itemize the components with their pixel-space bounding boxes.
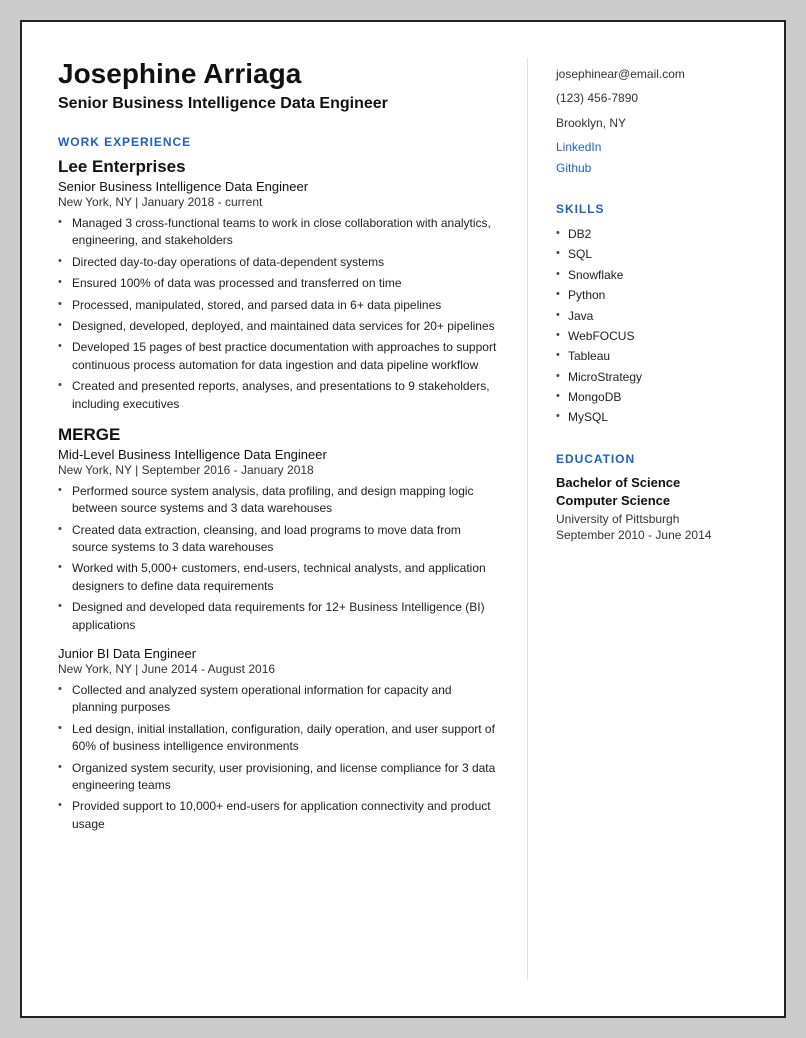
candidate-name: Josephine Arriaga xyxy=(58,58,499,90)
job-title-lee: Senior Business Intelligence Data Engine… xyxy=(58,179,499,194)
contact-email: josephinear@email.com xyxy=(556,64,748,84)
skill-item: WebFOCUS xyxy=(556,326,748,346)
bullet-item: Designed, developed, deployed, and maint… xyxy=(58,318,499,335)
company-name-merge: MERGE xyxy=(58,425,499,445)
job-location-date-lee: New York, NY | January 2018 - current xyxy=(58,195,499,209)
education-section: Bachelor of Science Computer Science Uni… xyxy=(556,474,748,542)
bullet-item: Created and presented reports, analyses,… xyxy=(58,378,499,413)
company-name-lee: Lee Enterprises xyxy=(58,157,499,177)
bullet-item: Provided support to 10,000+ end-users fo… xyxy=(58,798,499,833)
linkedin-link[interactable]: LinkedIn xyxy=(556,137,748,157)
job-junior-bi: Junior BI Data Engineer New York, NY | J… xyxy=(58,646,499,833)
job-location-date-junior: New York, NY | June 2014 - August 2016 xyxy=(58,662,499,676)
skills-label: SKILLS xyxy=(556,202,748,216)
bullet-item: Ensured 100% of data was processed and t… xyxy=(58,275,499,292)
bullet-item: Directed day-to-day operations of data-d… xyxy=(58,254,499,271)
skill-item: MySQL xyxy=(556,407,748,427)
bullet-item: Worked with 5,000+ customers, end-users,… xyxy=(58,560,499,595)
work-experience-label: WORK EXPERIENCE xyxy=(58,135,499,149)
bullet-item: Developed 15 pages of best practice docu… xyxy=(58,339,499,374)
job-location-date-merge: New York, NY | September 2016 - January … xyxy=(58,463,499,477)
edu-school: University of Pittsburgh xyxy=(556,510,748,528)
contact-phone: (123) 456-7890 xyxy=(556,88,748,108)
skill-item: MicroStrategy xyxy=(556,367,748,387)
left-column: Josephine Arriaga Senior Business Intell… xyxy=(58,58,528,980)
bullet-item: Collected and analyzed system operationa… xyxy=(58,682,499,717)
job-bullets-junior: Collected and analyzed system operationa… xyxy=(58,682,499,833)
skill-item: Python xyxy=(556,285,748,305)
skill-item: DB2 xyxy=(556,224,748,244)
contact-section: josephinear@email.com (123) 456-7890 Bro… xyxy=(556,64,748,178)
skill-item: Snowflake xyxy=(556,265,748,285)
header-section: Josephine Arriaga Senior Business Intell… xyxy=(58,58,499,115)
job-merge: MERGE Mid-Level Business Intelligence Da… xyxy=(58,425,499,634)
bullet-item: Created data extraction, cleansing, and … xyxy=(58,522,499,557)
job-title-merge: Mid-Level Business Intelligence Data Eng… xyxy=(58,447,499,462)
job-lee-enterprises: Lee Enterprises Senior Business Intellig… xyxy=(58,157,499,413)
skills-list: DB2 SQL Snowflake Python Java WebFOCUS T… xyxy=(556,224,748,428)
job-bullets-lee: Managed 3 cross-functional teams to work… xyxy=(58,215,499,413)
github-link[interactable]: Github xyxy=(556,158,748,178)
bullet-item: Performed source system analysis, data p… xyxy=(58,483,499,518)
right-column: josephinear@email.com (123) 456-7890 Bro… xyxy=(528,58,748,980)
resume-document: Josephine Arriaga Senior Business Intell… xyxy=(20,20,786,1018)
bullet-item: Organized system security, user provisio… xyxy=(58,760,499,795)
bullet-item: Led design, initial installation, config… xyxy=(58,721,499,756)
candidate-title: Senior Business Intelligence Data Engine… xyxy=(58,94,499,115)
bullet-item: Designed and developed data requirements… xyxy=(58,599,499,634)
edu-field: Computer Science xyxy=(556,492,748,510)
education-label: EDUCATION xyxy=(556,452,748,466)
edu-dates: September 2010 - June 2014 xyxy=(556,528,748,542)
skill-item: Tableau xyxy=(556,346,748,366)
bullet-item: Processed, manipulated, stored, and pars… xyxy=(58,297,499,314)
skill-item: Java xyxy=(556,306,748,326)
bullet-item: Managed 3 cross-functional teams to work… xyxy=(58,215,499,250)
skill-item: MongoDB xyxy=(556,387,748,407)
edu-degree: Bachelor of Science xyxy=(556,474,748,492)
job-title-junior: Junior BI Data Engineer xyxy=(58,646,499,661)
skill-item: SQL xyxy=(556,244,748,264)
job-bullets-merge: Performed source system analysis, data p… xyxy=(58,483,499,634)
contact-location: Brooklyn, NY xyxy=(556,113,748,133)
